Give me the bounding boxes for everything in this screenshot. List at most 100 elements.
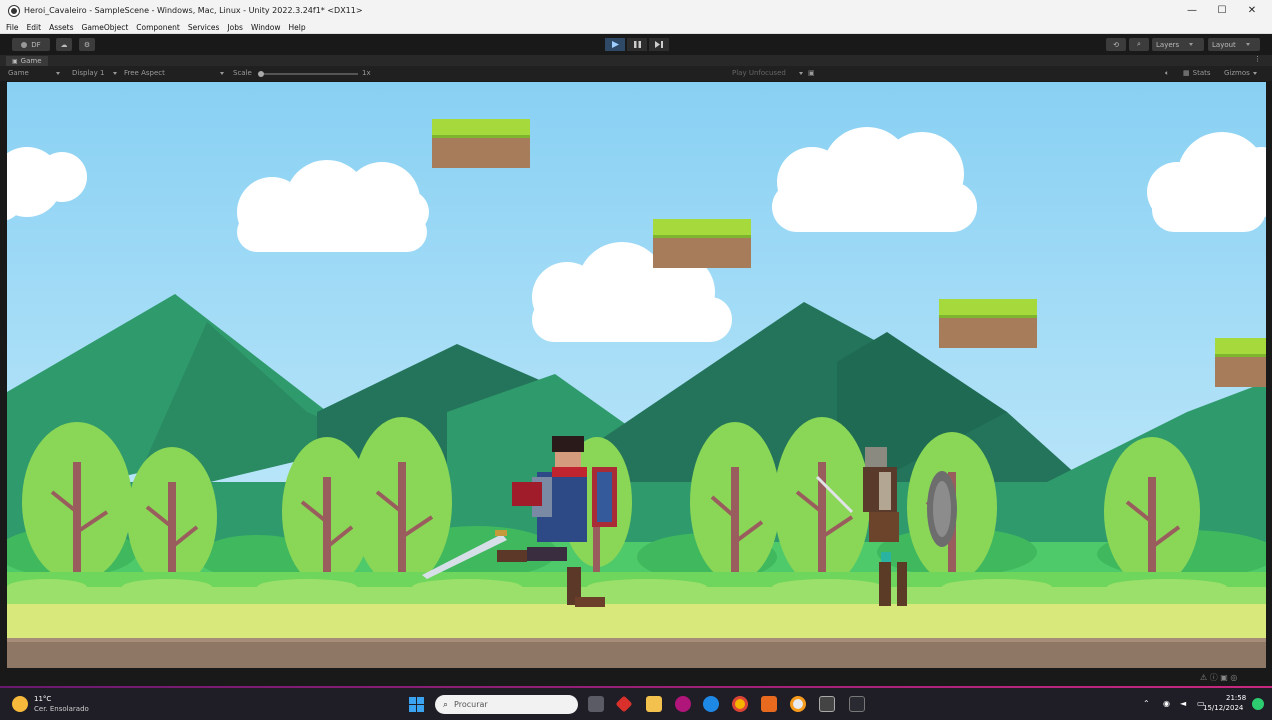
chevron-down-icon bbox=[1189, 43, 1194, 46]
foreground bbox=[7, 572, 1266, 668]
chevron-down-icon bbox=[798, 71, 803, 75]
menu-file[interactable]: File bbox=[6, 23, 19, 32]
play-mode-dropdown[interactable]: Play Unfocused bbox=[732, 69, 803, 77]
audio-icon[interactable]: 🔈︎ bbox=[1165, 69, 1169, 78]
tree bbox=[774, 417, 870, 587]
chrome-icon[interactable] bbox=[732, 696, 748, 712]
aspect-label: Free Aspect bbox=[124, 69, 165, 77]
maximize-button[interactable]: ☐ bbox=[1207, 0, 1237, 21]
status-bar: ⚠ ⓘ ▣ ◎ bbox=[0, 668, 1272, 686]
pause-button[interactable] bbox=[627, 38, 647, 51]
game-scene bbox=[7, 82, 1266, 668]
pause-icon bbox=[633, 41, 641, 48]
menu-gameobject[interactable]: GameObject bbox=[82, 23, 129, 32]
scale-value: 1x bbox=[362, 69, 371, 77]
gamepad-icon: ▣ bbox=[12, 57, 18, 65]
view-mode-dropdown[interactable]: Game bbox=[8, 69, 60, 77]
edge-icon[interactable] bbox=[703, 696, 719, 712]
history-icon[interactable]: ⟲ bbox=[1106, 38, 1126, 51]
weather-temp[interactable]: 11°C bbox=[34, 695, 51, 703]
menu-edit[interactable]: Edit bbox=[27, 23, 42, 32]
search-icon[interactable]: ⌕ bbox=[1129, 38, 1149, 51]
layout-label: Layout bbox=[1212, 40, 1236, 49]
search-icon: ⌕ bbox=[443, 699, 449, 710]
notification-icon[interactable] bbox=[1252, 698, 1264, 710]
weather-desc[interactable]: Cer. Ensolarado bbox=[34, 705, 89, 713]
volume-icon[interactable]: ◄ bbox=[1180, 699, 1186, 708]
window-title: Heroi_Cavaleiro - SampleScene - Windows,… bbox=[24, 6, 363, 15]
menu-help[interactable]: Help bbox=[289, 23, 306, 32]
gizmos-label: Gizmos bbox=[1224, 69, 1250, 77]
app-icon[interactable] bbox=[849, 696, 865, 712]
account-label: DF bbox=[31, 40, 41, 49]
app-orange-icon[interactable] bbox=[761, 696, 777, 712]
search-placeholder: Procurar bbox=[454, 700, 488, 709]
windows-start-icon[interactable] bbox=[409, 697, 424, 712]
title-bar: Heroi_Cavaleiro - SampleScene - Windows,… bbox=[0, 0, 1272, 21]
more-options-icon[interactable]: ⋮ bbox=[1254, 55, 1261, 63]
stats-icon: ▦ bbox=[1183, 69, 1190, 77]
main-toolbar: DF ☁ ⚙ ⟲ ⌕ Layers Layout bbox=[0, 35, 1272, 54]
task-view-icon[interactable] bbox=[588, 696, 604, 712]
play-button[interactable] bbox=[605, 38, 625, 51]
tree bbox=[22, 422, 132, 582]
minimize-button[interactable]: — bbox=[1177, 0, 1207, 21]
weather-icon bbox=[12, 696, 28, 712]
cloud-icon[interactable]: ☁ bbox=[56, 38, 72, 51]
chevron-down-icon bbox=[219, 71, 224, 75]
account-dropdown[interactable]: DF bbox=[12, 38, 50, 51]
clock-date[interactable]: 15/12/2024 bbox=[1203, 704, 1243, 712]
layers-dropdown[interactable]: Layers bbox=[1152, 38, 1204, 51]
tree bbox=[1104, 437, 1200, 587]
ground-path bbox=[7, 604, 1266, 642]
display-dropdown[interactable]: Display 1 bbox=[72, 69, 118, 77]
game-view-toolbar: Game Display 1 Free Aspect Scale 1x Play… bbox=[0, 66, 1272, 81]
mute-audio-icon[interactable]: ▣ bbox=[808, 69, 815, 77]
game-view[interactable] bbox=[7, 82, 1266, 668]
windows-taskbar: 11°C Cer. Ensolarado bbox=[0, 688, 1272, 720]
platform bbox=[432, 119, 530, 168]
menu-component[interactable]: Component bbox=[136, 23, 180, 32]
step-icon bbox=[655, 41, 663, 48]
wifi-icon[interactable]: ◉ bbox=[1163, 699, 1170, 708]
gizmos-dropdown[interactable]: Gizmos bbox=[1224, 69, 1257, 77]
taskbar-search[interactable]: ⌕ Procurar bbox=[435, 695, 578, 714]
tree bbox=[690, 422, 780, 582]
view-mode-label: Game bbox=[8, 69, 29, 77]
app-magenta-icon[interactable] bbox=[675, 696, 691, 712]
layers-label: Layers bbox=[1156, 40, 1180, 49]
account-icon bbox=[21, 41, 28, 48]
menu-jobs[interactable]: Jobs bbox=[227, 23, 242, 32]
settings-icon[interactable]: ⚙ bbox=[79, 38, 95, 51]
tab-game[interactable]: ▣ Game bbox=[6, 56, 48, 66]
game-tab-bar: ▣ Game ⋮ bbox=[0, 55, 1272, 66]
browser-icon[interactable] bbox=[790, 696, 806, 712]
aspect-dropdown[interactable]: Free Aspect bbox=[124, 69, 224, 77]
menu-window[interactable]: Window bbox=[251, 23, 281, 32]
play-mode-label: Play Unfocused bbox=[732, 69, 786, 77]
stats-toggle[interactable]: ▦ Stats bbox=[1183, 69, 1211, 77]
chevron-down-icon bbox=[1252, 71, 1257, 75]
scale-slider-track[interactable] bbox=[262, 73, 358, 75]
unity-taskbar-icon[interactable] bbox=[819, 696, 835, 712]
play-icon bbox=[611, 41, 619, 48]
file-explorer-icon[interactable] bbox=[646, 696, 662, 712]
platform bbox=[653, 219, 751, 268]
clock-time[interactable]: 21:58 bbox=[1226, 694, 1246, 702]
unity-logo-icon bbox=[9, 5, 19, 16]
close-button[interactable]: ✕ bbox=[1237, 0, 1267, 21]
display-label: Display 1 bbox=[72, 69, 105, 77]
chevron-down-icon bbox=[55, 71, 60, 75]
menu-assets[interactable]: Assets bbox=[49, 23, 73, 32]
step-button[interactable] bbox=[649, 38, 669, 51]
status-icons: ⚠ ⓘ ▣ ◎ bbox=[1200, 673, 1238, 682]
menu-services[interactable]: Services bbox=[188, 23, 220, 32]
layout-dropdown[interactable]: Layout bbox=[1208, 38, 1260, 51]
tree bbox=[352, 417, 452, 587]
stats-label: Stats bbox=[1192, 69, 1211, 77]
scale-label: Scale bbox=[233, 69, 252, 77]
tab-game-label: Game bbox=[20, 57, 42, 65]
scale-slider-handle[interactable] bbox=[258, 71, 264, 77]
tray-chevron-icon[interactable]: ⌃ bbox=[1143, 699, 1150, 708]
platform bbox=[939, 299, 1037, 348]
